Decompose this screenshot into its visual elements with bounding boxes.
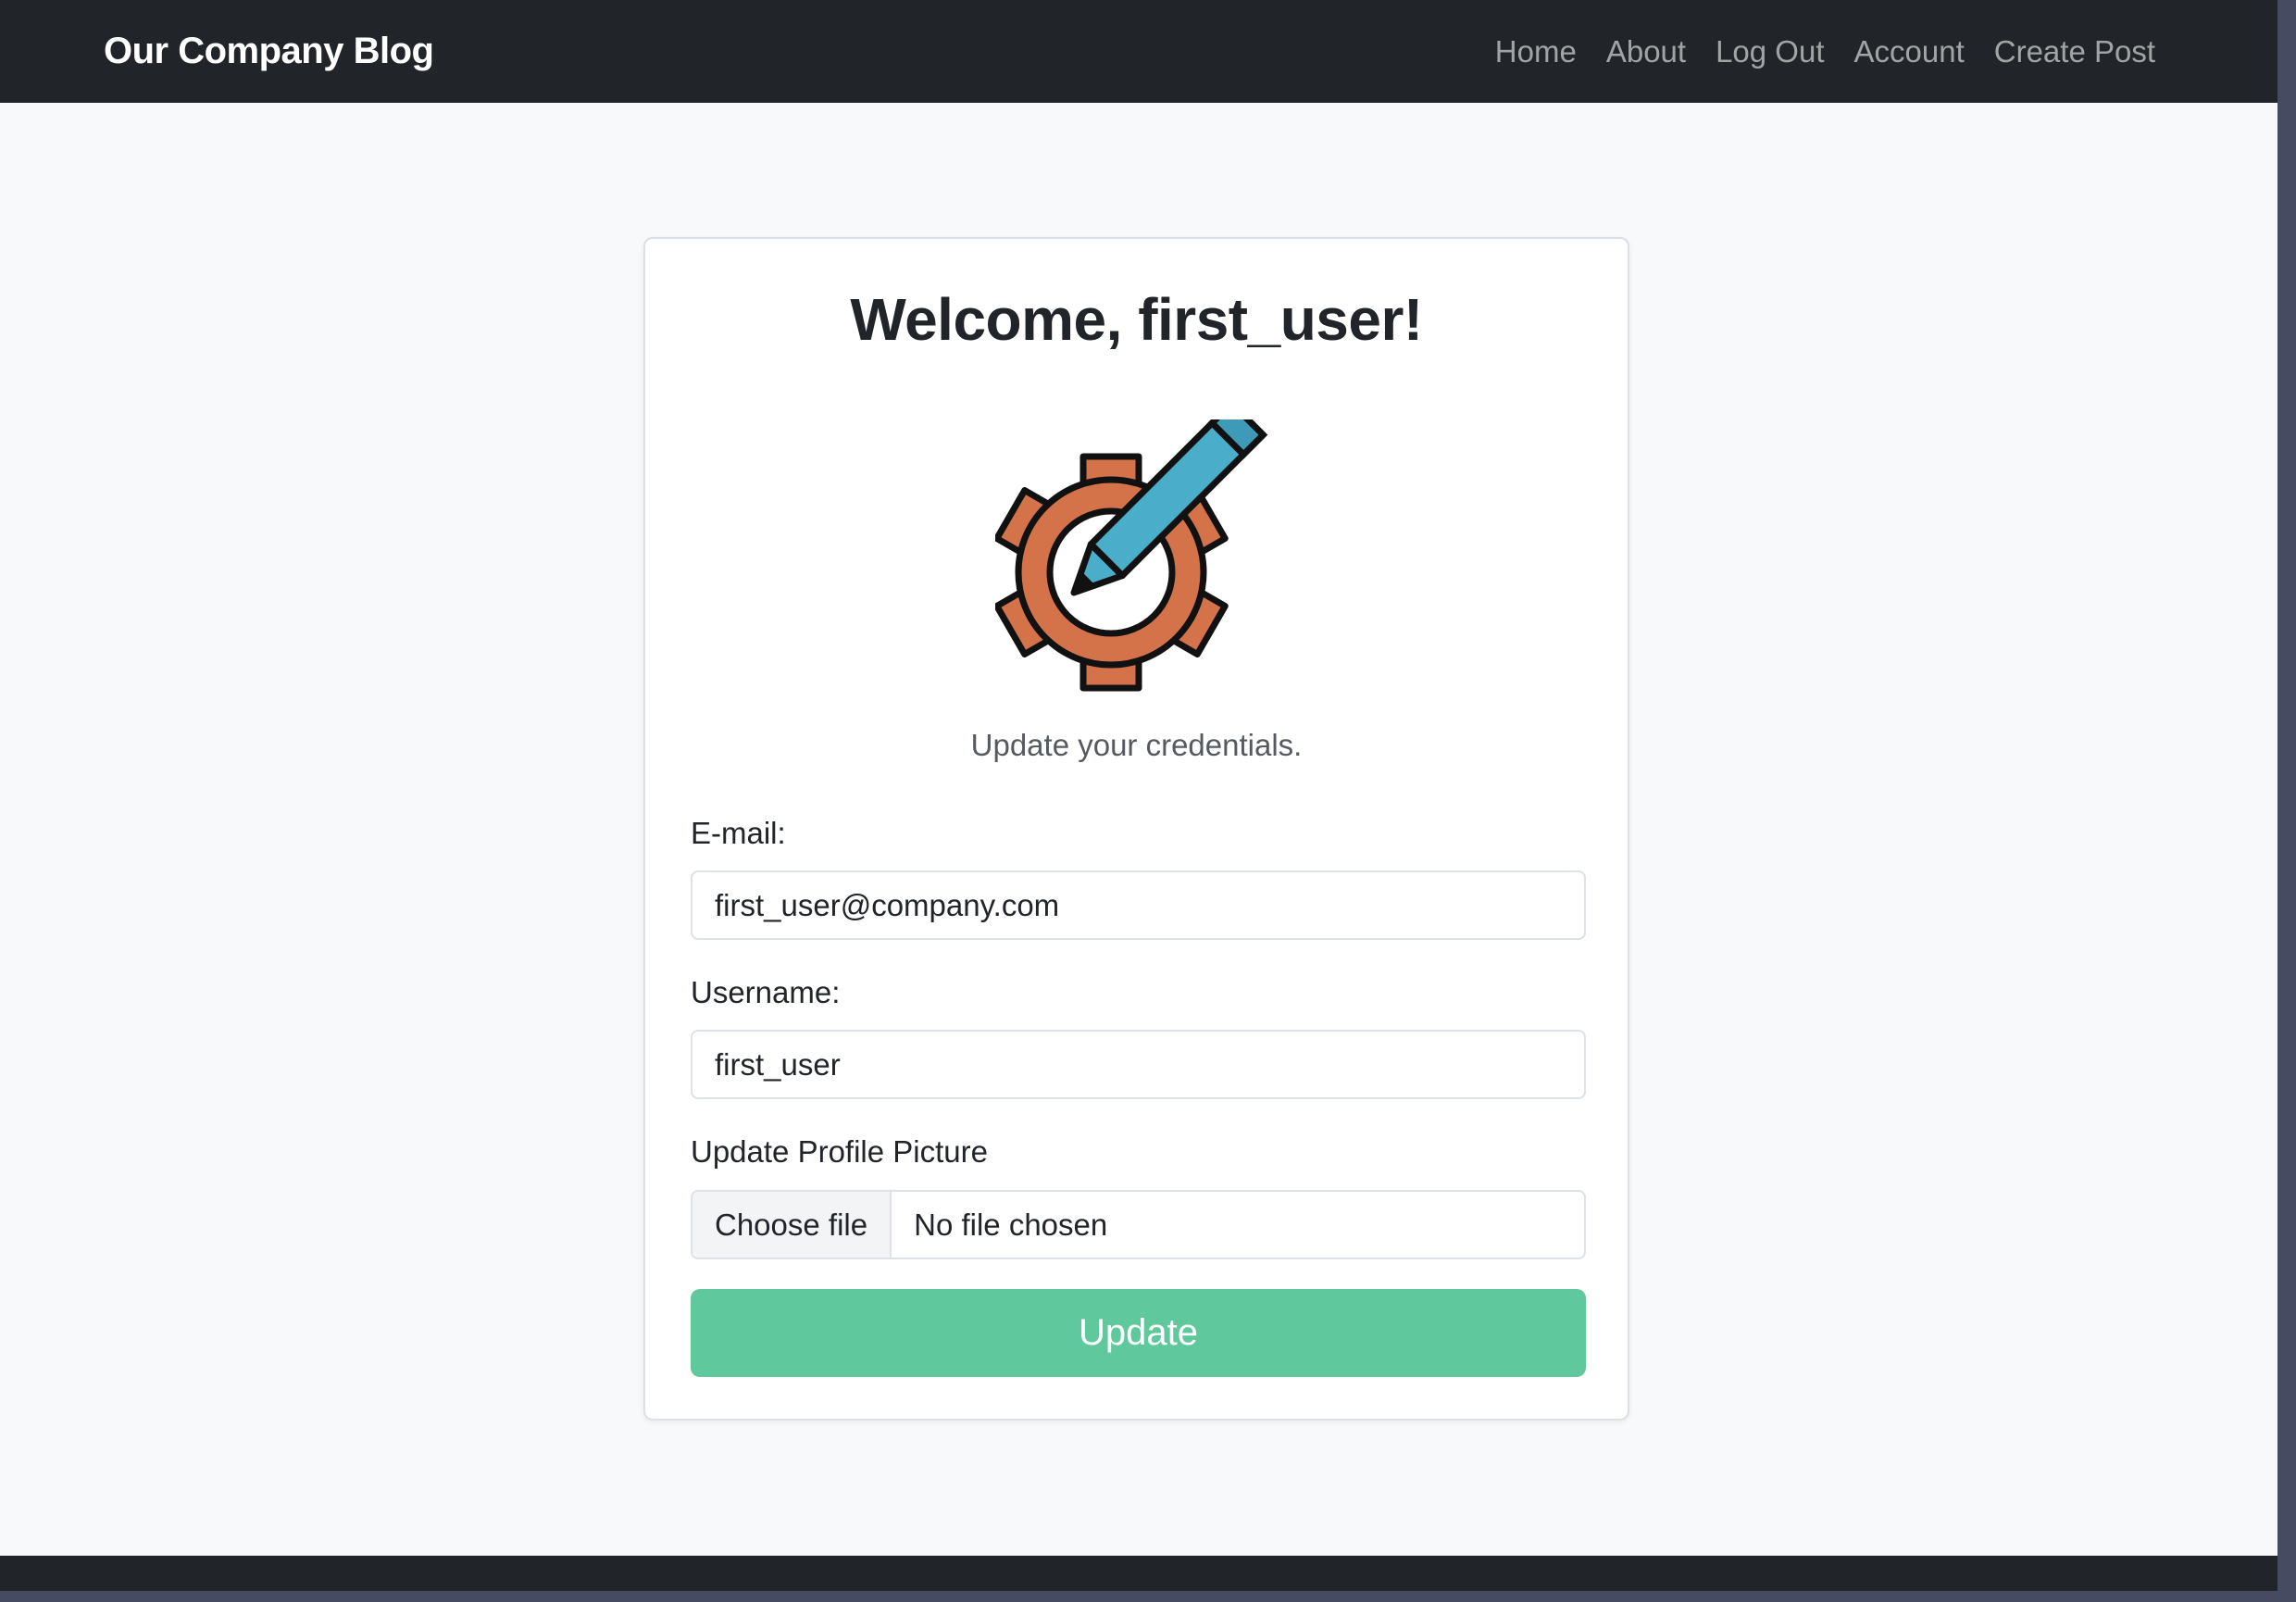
email-label: E-mail: [691,816,786,850]
page-title: Welcome, first_user! [850,286,1423,353]
username-label: Username: [691,975,841,1009]
browser-viewport: Our Company Blog Home About Log Out Acco… [0,0,2277,1591]
email-field[interactable] [691,870,1586,940]
file-status-text: No file chosen [914,1207,1108,1242]
username-field[interactable] [691,1030,1586,1099]
profile-picture-input[interactable]: Choose file No file chosen [691,1190,1586,1259]
nav-links: Home About Log Out Account Create Post [1466,0,2155,103]
footer-bar [0,1556,2277,1591]
subtitle: Update your credentials. [970,728,1303,762]
nav-link-create-post[interactable]: Create Post [1994,34,2155,69]
nav-link-account[interactable]: Account [1854,34,1965,69]
gear-pencil-icon [993,398,1273,697]
profile-picture-label: Update Profile Picture [691,1134,988,1169]
nav-link-logout[interactable]: Log Out [1716,34,1824,69]
brand-link[interactable]: Our Company Blog [104,0,434,103]
update-button[interactable]: Update [691,1289,1586,1377]
nav-link-about[interactable]: About [1606,34,1686,69]
choose-file-button[interactable]: Choose file [693,1192,892,1258]
nav-link-home[interactable]: Home [1495,34,1577,69]
navbar: Our Company Blog Home About Log Out Acco… [0,0,2277,103]
account-card: Welcome, first_user! Update your credent… [643,237,1629,1421]
